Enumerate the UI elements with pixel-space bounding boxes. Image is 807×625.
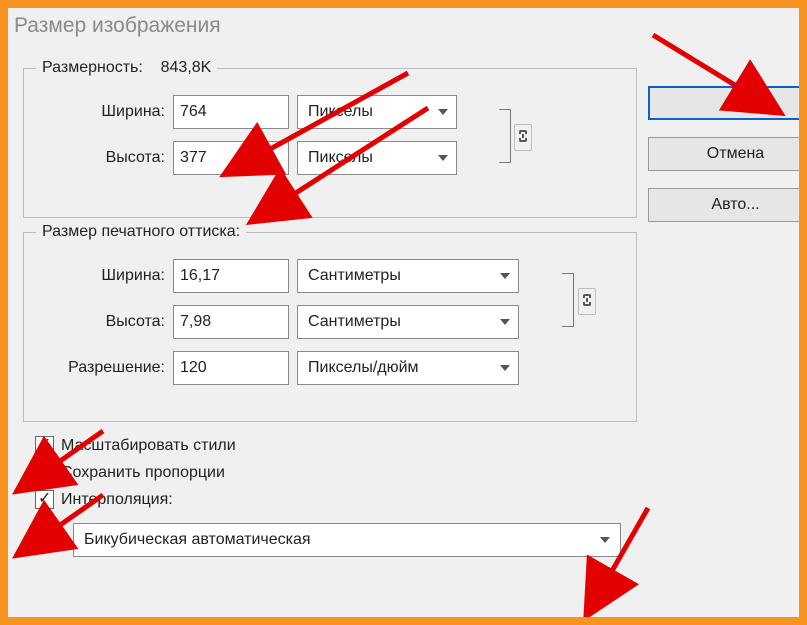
chevron-down-icon (500, 319, 510, 325)
document-size-legend: Размер печатного оттиска: (36, 221, 246, 243)
auto-button[interactable]: Авто... (648, 188, 807, 222)
link-icon[interactable] (578, 288, 596, 315)
doc-width-input[interactable] (173, 259, 289, 293)
scale-styles-checkbox[interactable] (35, 436, 54, 455)
doc-width-label: Ширина: (38, 267, 173, 285)
scale-styles-label: Масштабировать стили (61, 437, 236, 455)
content-area: Размерность: 843,8K Ширина: Пикселы Высо… (21, 68, 639, 625)
resolution-label: Разрешение: (38, 359, 173, 377)
pixel-height-row: Высота: Пикселы (38, 141, 622, 175)
scale-styles-row: Масштабировать стили (35, 436, 639, 455)
doc-height-input[interactable] (173, 305, 289, 339)
file-size: 843,8K (161, 59, 212, 76)
doc-height-row: Высота: Сантиметры (38, 305, 622, 339)
cancel-button[interactable]: Отмена (648, 137, 807, 171)
constrain-proportions-row: Сохранить пропорции (35, 463, 639, 482)
interpolation-combo[interactable]: Бикубическая автоматическая (73, 523, 621, 557)
pixel-height-unit-label: Пикселы (308, 149, 373, 167)
image-size-dialog: Размер изображения ОК Отмена Авто... Раз… (0, 0, 807, 625)
constrain-proportions-checkbox[interactable] (35, 463, 54, 482)
pixel-width-label: Ширина: (38, 103, 173, 121)
interpolation-selected: Бикубическая автоматическая (84, 531, 311, 549)
pixel-width-unit-label: Пикселы (308, 103, 373, 121)
chevron-down-icon (500, 365, 510, 371)
link-bracket (562, 273, 574, 327)
chevron-down-icon (500, 273, 510, 279)
dialog-title: Размер изображения (14, 14, 221, 38)
pixel-dimensions-legend: Размерность: 843,8K (36, 57, 217, 79)
legend-prefix: Размерность: (42, 59, 143, 76)
doc-width-unit-label: Сантиметры (308, 267, 401, 285)
pixel-height-label: Высота: (38, 149, 173, 167)
resolution-input[interactable] (173, 351, 289, 385)
resolution-unit-combo[interactable]: Пикселы/дюйм (297, 351, 519, 385)
resample-label: Интерполяция: (61, 491, 173, 509)
resolution-unit-label: Пикселы/дюйм (308, 359, 419, 377)
doc-width-unit-combo[interactable]: Сантиметры (297, 259, 519, 293)
pixel-height-input[interactable] (173, 141, 289, 175)
chevron-down-icon (438, 155, 448, 161)
dialog-buttons: ОК Отмена Авто... (648, 86, 807, 222)
document-size-group: Размер печатного оттиска: Ширина: Сантим… (23, 232, 637, 422)
doc-height-unit-label: Сантиметры (308, 313, 401, 331)
chevron-down-icon (600, 537, 610, 543)
pixel-dimensions-group: Размерность: 843,8K Ширина: Пикселы Высо… (23, 68, 637, 218)
pixel-width-unit-combo[interactable]: Пикселы (297, 95, 457, 129)
doc-width-row: Ширина: Сантиметры (38, 259, 622, 293)
resolution-row: Разрешение: Пикселы/дюйм (38, 351, 622, 385)
doc-height-label: Высота: (38, 313, 173, 331)
pixel-width-row: Ширина: Пикселы (38, 95, 622, 129)
resample-checkbox[interactable] (35, 490, 54, 509)
doc-height-unit-combo[interactable]: Сантиметры (297, 305, 519, 339)
ok-button[interactable]: ОК (648, 86, 807, 120)
link-icon[interactable] (514, 124, 532, 151)
ok-button-label: ОК (725, 94, 747, 112)
cancel-button-label: Отмена (707, 145, 764, 163)
pixel-width-input[interactable] (173, 95, 289, 129)
pixel-height-unit-combo[interactable]: Пикселы (297, 141, 457, 175)
chevron-down-icon (438, 109, 448, 115)
constrain-proportions-label: Сохранить пропорции (61, 464, 225, 482)
link-bracket (499, 109, 511, 163)
resample-row: Интерполяция: (35, 490, 639, 509)
auto-button-label: Авто... (711, 196, 759, 214)
